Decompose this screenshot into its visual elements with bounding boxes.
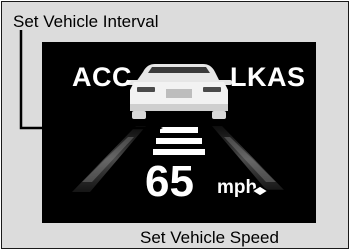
set-vehicle-interval-callout: Set Vehicle Interval xyxy=(13,12,159,31)
illustration-frame: ACC LKAS 65 mph Set Vehicle Interval Set… xyxy=(1,1,349,249)
callout-leader-lines xyxy=(19,30,289,223)
set-vehicle-speed-callout: Set Vehicle Speed xyxy=(140,228,279,247)
